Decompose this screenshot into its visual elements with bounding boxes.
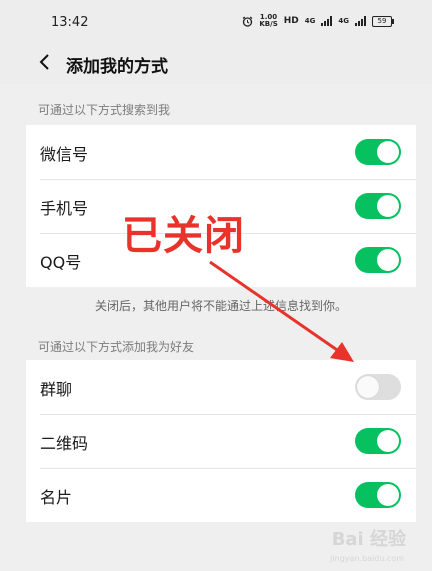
annotation-text: 已关闭 xyxy=(122,213,245,259)
phone-toggle[interactable] xyxy=(355,193,401,219)
signal-1-icon xyxy=(321,16,333,26)
battery-icon: 59 xyxy=(372,15,394,27)
alarm-icon xyxy=(242,16,253,27)
row-label: 名片 xyxy=(40,488,73,507)
qq-toggle[interactable] xyxy=(355,247,401,273)
nav-bar: 添加我的方式 xyxy=(0,40,432,84)
group-chat-toggle[interactable] xyxy=(355,374,401,400)
add-method-business-card[interactable]: 名片 xyxy=(26,468,416,522)
status-icons: 1.00 KB/S HD 4G 4G 59 xyxy=(242,14,394,28)
wechat-id-toggle[interactable] xyxy=(355,139,401,165)
toggle-knob xyxy=(377,195,399,217)
toggle-knob xyxy=(357,376,379,398)
search-section-label: 可通过以下方式搜索到我 xyxy=(38,103,171,117)
page-title: 添加我的方式 xyxy=(66,57,168,77)
row-label: 微信号 xyxy=(40,145,89,164)
signal-1-label: 4G xyxy=(304,17,316,25)
watermark-sub: jingyan.baidu.com xyxy=(330,554,404,563)
add-method-qr-code[interactable]: 二维码 xyxy=(26,414,416,468)
row-label: QQ号 xyxy=(40,253,82,272)
network-speed: 1.00 KB/S xyxy=(259,14,277,28)
toggle-knob xyxy=(377,430,399,452)
back-arrow-icon[interactable] xyxy=(38,53,54,71)
network-speed-unit: KB/S xyxy=(259,20,278,28)
qr-code-toggle[interactable] xyxy=(355,428,401,454)
row-label: 手机号 xyxy=(40,199,89,218)
status-time: 13:42 xyxy=(51,15,89,30)
toggle-knob xyxy=(377,141,399,163)
search-note-box: 关闭后，其他用户将不能通过上述信息找到你。 xyxy=(26,289,416,327)
row-label: 二维码 xyxy=(40,434,89,453)
add-section-label: 可通过以下方式添加我为好友 xyxy=(38,340,195,354)
search-note: 关闭后，其他用户将不能通过上述信息找到你。 xyxy=(94,299,347,313)
add-method-group-chat[interactable]: 群聊 xyxy=(26,360,416,414)
toggle-knob xyxy=(377,484,399,506)
business-card-toggle[interactable] xyxy=(355,482,401,508)
status-bar: 13:42 1.00 KB/S HD 4G 4G 59 xyxy=(0,0,432,40)
hd-indicator: HD xyxy=(283,16,299,26)
signal-2-label: 4G xyxy=(338,17,349,25)
watermark: Bai 经验 xyxy=(331,529,406,550)
signal-2-icon xyxy=(355,16,366,26)
add-methods-card: 群聊 二维码 名片 xyxy=(26,360,416,522)
search-method-wechat-id[interactable]: 微信号 xyxy=(26,125,416,179)
row-label: 群聊 xyxy=(40,380,73,399)
toggle-knob xyxy=(377,249,399,271)
